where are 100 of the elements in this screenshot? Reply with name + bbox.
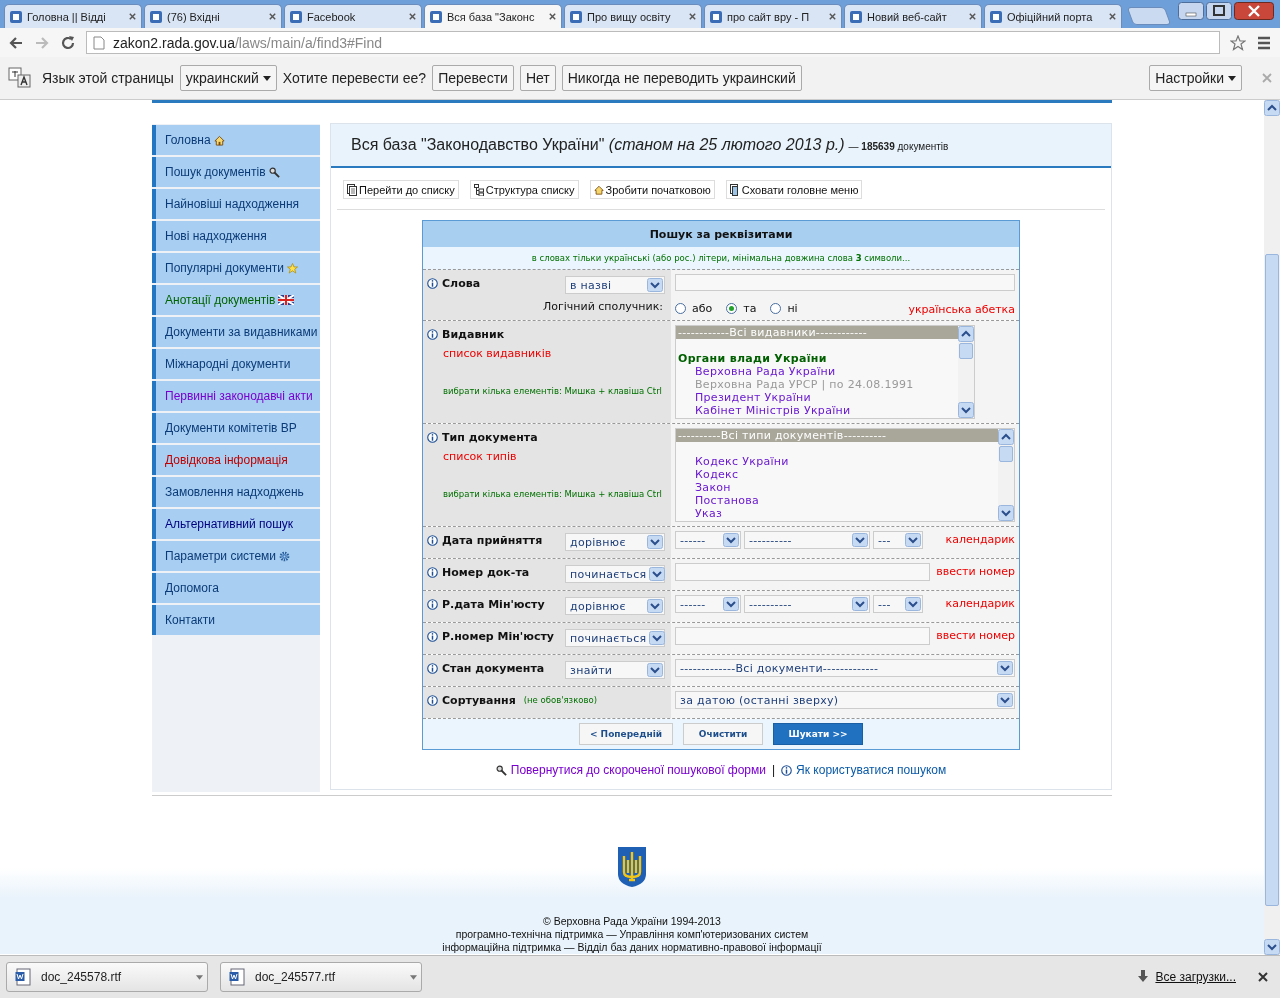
words-input[interactable] — [675, 274, 1015, 291]
browser-tab[interactable]: Офіційний порта — [984, 4, 1122, 28]
sidebar-item[interactable]: Найновіші надходження — [152, 189, 320, 219]
sidebar-item[interactable]: Допомога — [152, 573, 320, 603]
scroll-up-icon[interactable] — [998, 429, 1014, 445]
toolbar-button[interactable]: Зробити початковою — [589, 180, 715, 199]
list-option[interactable]: Указ — [676, 507, 998, 520]
close-icon[interactable] — [268, 12, 277, 21]
reload-icon[interactable] — [60, 34, 76, 51]
info-icon[interactable] — [427, 598, 438, 610]
maximize-icon[interactable] — [1206, 2, 1232, 20]
info-icon[interactable] — [427, 694, 438, 706]
enter-number-link[interactable]: ввести номер — [936, 629, 1015, 642]
close-icon[interactable] — [828, 12, 837, 21]
scroll-down-icon[interactable] — [1264, 939, 1280, 955]
sidebar-item[interactable]: Альтернативний пошук — [152, 509, 320, 539]
sidebar-item[interactable]: Контакти — [152, 605, 320, 635]
operator-dropdown[interactable]: починається — [565, 629, 665, 647]
sidebar-item[interactable]: Міжнародні документи — [152, 349, 320, 379]
toolbar-button[interactable]: Структура списку — [469, 180, 579, 199]
address-field[interactable]: zakon2.rada.gov.ua/laws/main/a/find3#Find — [86, 31, 1220, 54]
radio-button[interactable] — [675, 303, 686, 314]
operator-dropdown[interactable]: знайти — [565, 661, 665, 679]
info-icon[interactable] — [427, 662, 438, 674]
help-link[interactable]: Як користуватися пошуком — [796, 763, 947, 777]
sidebar-item[interactable]: Довідкова інформація — [152, 445, 320, 475]
sidebar-item[interactable]: Головна — [152, 125, 320, 155]
scroll-up-icon[interactable] — [1264, 100, 1280, 116]
date-dropdown[interactable]: ------ — [675, 531, 741, 549]
alphabet-link[interactable]: українська абетка — [908, 303, 1015, 316]
close-icon[interactable] — [688, 12, 697, 21]
menu-icon[interactable] — [1256, 34, 1272, 51]
list-option[interactable]: Постанова — [676, 494, 998, 507]
close-icon[interactable] — [1234, 2, 1274, 20]
info-icon[interactable] — [427, 277, 438, 289]
number-input[interactable] — [675, 563, 930, 581]
star-icon[interactable] — [1230, 34, 1246, 51]
caret-icon[interactable] — [410, 974, 417, 980]
browser-tab[interactable]: Вся база "Законс — [424, 4, 562, 28]
settings-dropdown[interactable]: Настройки — [1149, 65, 1242, 91]
scrollbar[interactable] — [958, 326, 974, 418]
sidebar-item[interactable]: Документи комітетів ВР — [152, 413, 320, 443]
info-icon[interactable] — [427, 534, 438, 546]
scroll-down-icon[interactable] — [958, 402, 974, 418]
date-dropdown[interactable]: --- — [873, 595, 923, 613]
caret-icon[interactable] — [196, 974, 203, 980]
browser-tab[interactable]: про сайт вру - П — [704, 4, 842, 28]
toolbar-button[interactable]: Перейти до списку — [343, 180, 459, 199]
list-option[interactable]: Закон — [676, 481, 998, 494]
calendar-link[interactable]: календарик — [945, 533, 1015, 546]
list-option[interactable]: Органи влади України — [676, 352, 958, 365]
back-arrow-icon[interactable] — [8, 34, 24, 51]
sidebar-item[interactable]: Анотації документів — [152, 285, 320, 315]
close-icon[interactable] — [128, 12, 137, 21]
browser-tab[interactable]: Головна || Відді — [4, 4, 142, 28]
sidebar-item[interactable]: Первинні законодавчі акти — [152, 381, 320, 411]
operator-dropdown[interactable]: починається — [565, 565, 665, 583]
translate-bar-button[interactable]: Никогда не переводить украинский — [561, 65, 802, 91]
sidebar-item[interactable]: Популярні документи — [152, 253, 320, 283]
enter-number-link[interactable]: ввести номер — [936, 565, 1015, 578]
close-icon[interactable] — [548, 12, 557, 21]
calendar-link[interactable]: календарик — [945, 597, 1015, 610]
info-icon[interactable] — [427, 566, 438, 578]
info-icon[interactable] — [427, 328, 438, 340]
page-scrollbar[interactable] — [1264, 100, 1280, 955]
sidebar-item[interactable]: Параметри системи — [152, 541, 320, 571]
scroll-thumb[interactable] — [1265, 254, 1279, 906]
browser-tab[interactable]: Про вищу освіту — [564, 4, 702, 28]
download-item[interactable]: doc_245578.rtf — [6, 962, 208, 992]
form-button[interactable]: < Попередній — [578, 723, 674, 745]
close-icon[interactable] — [1108, 12, 1117, 21]
info-icon[interactable] — [427, 630, 438, 642]
close-icon[interactable] — [408, 12, 417, 21]
scrollbar[interactable] — [998, 429, 1014, 521]
date-dropdown[interactable]: ------ — [675, 595, 741, 613]
browser-tab[interactable]: Facebook — [284, 4, 422, 28]
form-button[interactable]: Шукати >> — [773, 723, 864, 745]
operator-dropdown[interactable]: в назві — [565, 276, 665, 294]
info-icon[interactable] — [427, 431, 438, 443]
sidebar-item[interactable]: Замовлення надходжень — [152, 477, 320, 507]
scroll-thumb[interactable] — [959, 343, 973, 359]
sidebar-item[interactable]: Документи за видавниками — [152, 317, 320, 347]
translate-bar-button[interactable]: Нет — [519, 65, 556, 91]
operator-dropdown[interactable]: дорівнює — [565, 533, 665, 551]
minimize-icon[interactable] — [1178, 2, 1204, 20]
translate-bar-button[interactable]: Перевести — [432, 65, 514, 91]
download-item[interactable]: doc_245577.rtf — [220, 962, 422, 992]
language-dropdown[interactable]: украинский — [179, 65, 277, 91]
select-dropdown[interactable]: -------------Всі документи------------- — [675, 659, 1015, 677]
toolbar-button[interactable]: Сховати головне меню — [725, 180, 863, 199]
sidebar-item[interactable]: Нові надходження — [152, 221, 320, 251]
list-option[interactable]: Кодекс — [676, 468, 998, 481]
scroll-thumb[interactable] — [999, 446, 1013, 462]
form-button[interactable]: Очистити — [683, 723, 764, 745]
select-dropdown[interactable]: за датою (останні зверху) — [675, 691, 1015, 709]
all-downloads-link[interactable]: Все загрузки... — [1155, 970, 1236, 984]
scroll-up-icon[interactable] — [958, 326, 974, 342]
list-option[interactable]: Кодекс України — [676, 455, 998, 468]
radio-button[interactable] — [770, 303, 782, 314]
browser-tab[interactable]: (76) Вхідні — [144, 4, 282, 28]
